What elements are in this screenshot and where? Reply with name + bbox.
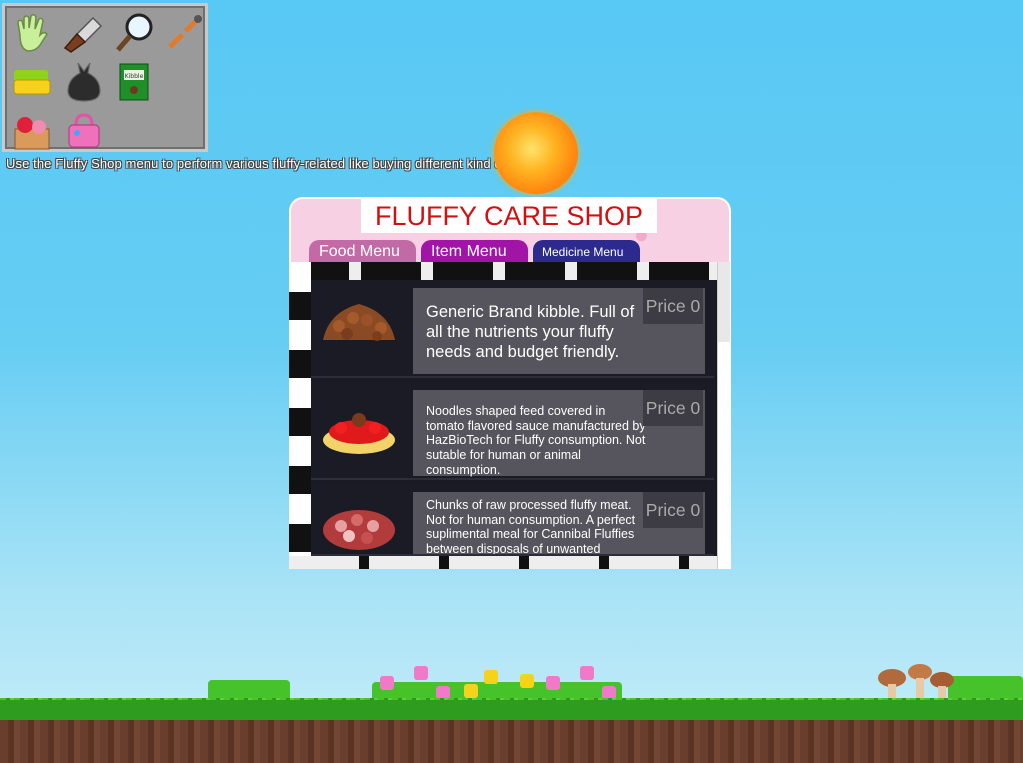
raw-meat-icon <box>319 494 399 554</box>
toy-box-icon[interactable] <box>11 110 53 152</box>
flower <box>414 666 428 680</box>
item-description: Chunks of raw processed fluffy meat. Not… <box>426 498 636 556</box>
tab-medicine-menu[interactable]: Medicine Menu <box>533 240 640 264</box>
item-price: Price 0 <box>643 288 703 324</box>
kibble-box-icon[interactable]: Kibble <box>113 61 155 103</box>
magnifier-icon[interactable] <box>113 12 155 54</box>
toolbox-panel: Kibble <box>2 3 208 152</box>
item-description: Generic Brand kibble. Full of all the nu… <box>426 303 635 361</box>
kibble-pile-icon <box>319 290 399 360</box>
grass <box>0 700 1023 722</box>
tab-item-menu[interactable]: Item Menu <box>421 240 528 264</box>
shop-item-kibble[interactable]: Generic Brand kibble. Full of all the nu… <box>311 280 714 378</box>
shop-title: FLUFFY CARE SHOP <box>361 199 657 233</box>
cleaver-icon[interactable] <box>61 12 103 54</box>
svg-text:Kibble: Kibble <box>125 73 144 80</box>
flower <box>546 676 560 690</box>
flower <box>580 666 594 680</box>
mushroom-cluster <box>872 662 956 702</box>
item-price: Price 0 <box>643 390 703 426</box>
shop-item-spaghetti[interactable]: Noodles shaped feed covered in tomato fl… <box>311 382 714 480</box>
item-description: Noodles shaped feed covered in tomato fl… <box>426 404 646 477</box>
flower <box>464 684 478 698</box>
hint-text: Use the Fluffy Shop menu to perform vari… <box>6 156 538 171</box>
spaghetti-icon <box>319 392 399 462</box>
flower <box>380 676 394 690</box>
tab-food-menu[interactable]: Food Menu <box>309 240 416 264</box>
sponge-icon[interactable] <box>11 61 53 103</box>
shop-item-raw-meat[interactable]: Chunks of raw processed fluffy meat. Not… <box>311 484 714 556</box>
panel-bottom-border <box>289 556 717 569</box>
item-description-box: Noodles shaped feed covered in tomato fl… <box>413 390 705 477</box>
flower <box>484 670 498 684</box>
purse-icon[interactable] <box>63 110 105 152</box>
panel-left-border <box>289 262 311 569</box>
sun <box>494 112 578 194</box>
scrollbar-thumb[interactable] <box>718 262 730 342</box>
dirt-ground <box>0 720 1023 763</box>
tools-icon[interactable] <box>163 12 205 54</box>
glove-icon[interactable] <box>11 12 53 54</box>
flower <box>520 674 534 688</box>
item-description-box: Chunks of raw processed fluffy meat. Not… <box>413 492 705 556</box>
item-price: Price 0 <box>643 492 703 528</box>
item-description-box: Generic Brand kibble. Full of all the nu… <box>413 288 705 374</box>
trash-bag-icon[interactable] <box>63 61 105 103</box>
panel-top-border <box>289 262 717 280</box>
